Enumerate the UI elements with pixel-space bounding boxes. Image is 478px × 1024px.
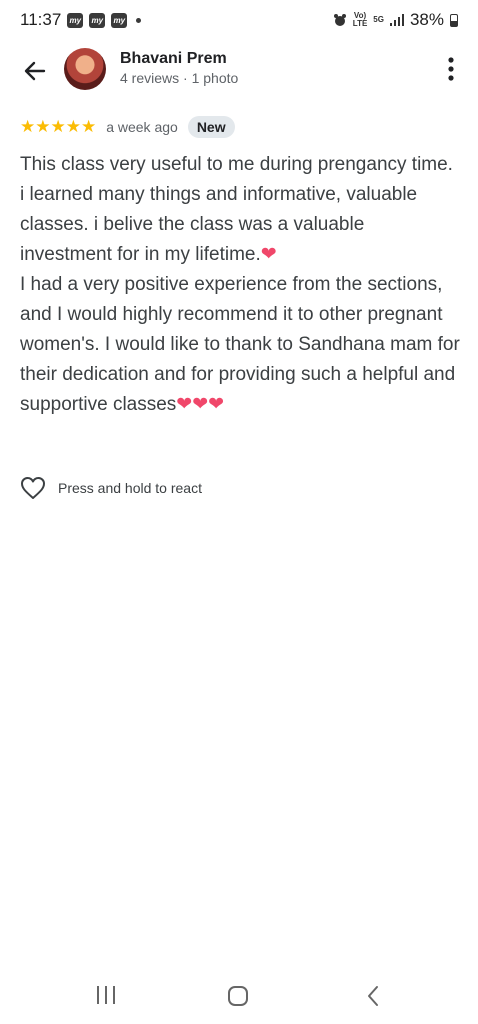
review-paragraph: This class very useful to me during pren…	[20, 150, 460, 270]
review-paragraph-text: I had a very positive experience from th…	[20, 274, 460, 415]
battery-icon	[450, 13, 458, 27]
rating-row: ★★★★★ a week ago New	[20, 116, 235, 138]
more-options-icon[interactable]	[446, 56, 456, 82]
status-bar: 11:37 my my my Vo) LTE 5G 38%	[0, 0, 478, 40]
review-header: Bhavani Prem 4 reviews · 1 photo	[0, 44, 478, 96]
star-rating: ★★★★★	[20, 117, 97, 136]
reviewer-meta: 4 reviews · 1 photo	[120, 70, 239, 86]
volte-icon: Vo) LTE	[352, 11, 368, 28]
home-icon[interactable]	[228, 986, 248, 1006]
system-nav-bar	[0, 964, 478, 1024]
system-back-icon[interactable]	[364, 984, 382, 1008]
heart-emoji: ❤	[260, 244, 277, 265]
network-5g-icon: 5G	[373, 15, 384, 24]
status-bar-left: 11:37 my my my	[20, 10, 142, 30]
alarm-icon	[333, 14, 346, 26]
review-paragraph-text: This class very useful to me during pren…	[20, 154, 453, 265]
react-label: Press and hold to react	[58, 480, 202, 496]
more-notifications-dot-icon	[136, 17, 142, 23]
reviewer-avatar[interactable]	[64, 48, 106, 90]
heart-emoji: ❤❤❤	[176, 394, 225, 415]
notification-icon: my	[111, 12, 128, 28]
notification-icon: my	[89, 12, 106, 28]
review-text: This class very useful to me during pren…	[20, 150, 460, 420]
react-button[interactable]: Press and hold to react	[20, 476, 202, 500]
recent-apps-icon[interactable]	[94, 984, 118, 1006]
battery-percent: 38%	[409, 10, 444, 29]
status-bar-right: Vo) LTE 5G 38%	[333, 10, 458, 30]
heart-outline-icon	[21, 477, 45, 499]
notification-icon: my	[67, 12, 84, 28]
reviewer-name[interactable]: Bhavani Prem	[120, 50, 227, 68]
status-time: 11:37	[20, 10, 62, 29]
back-arrow-icon[interactable]	[20, 56, 50, 86]
review-paragraph: I had a very positive experience from th…	[20, 270, 460, 420]
review-time: a week ago	[106, 119, 178, 135]
signal-icon	[389, 14, 404, 26]
new-badge: New	[187, 116, 235, 138]
